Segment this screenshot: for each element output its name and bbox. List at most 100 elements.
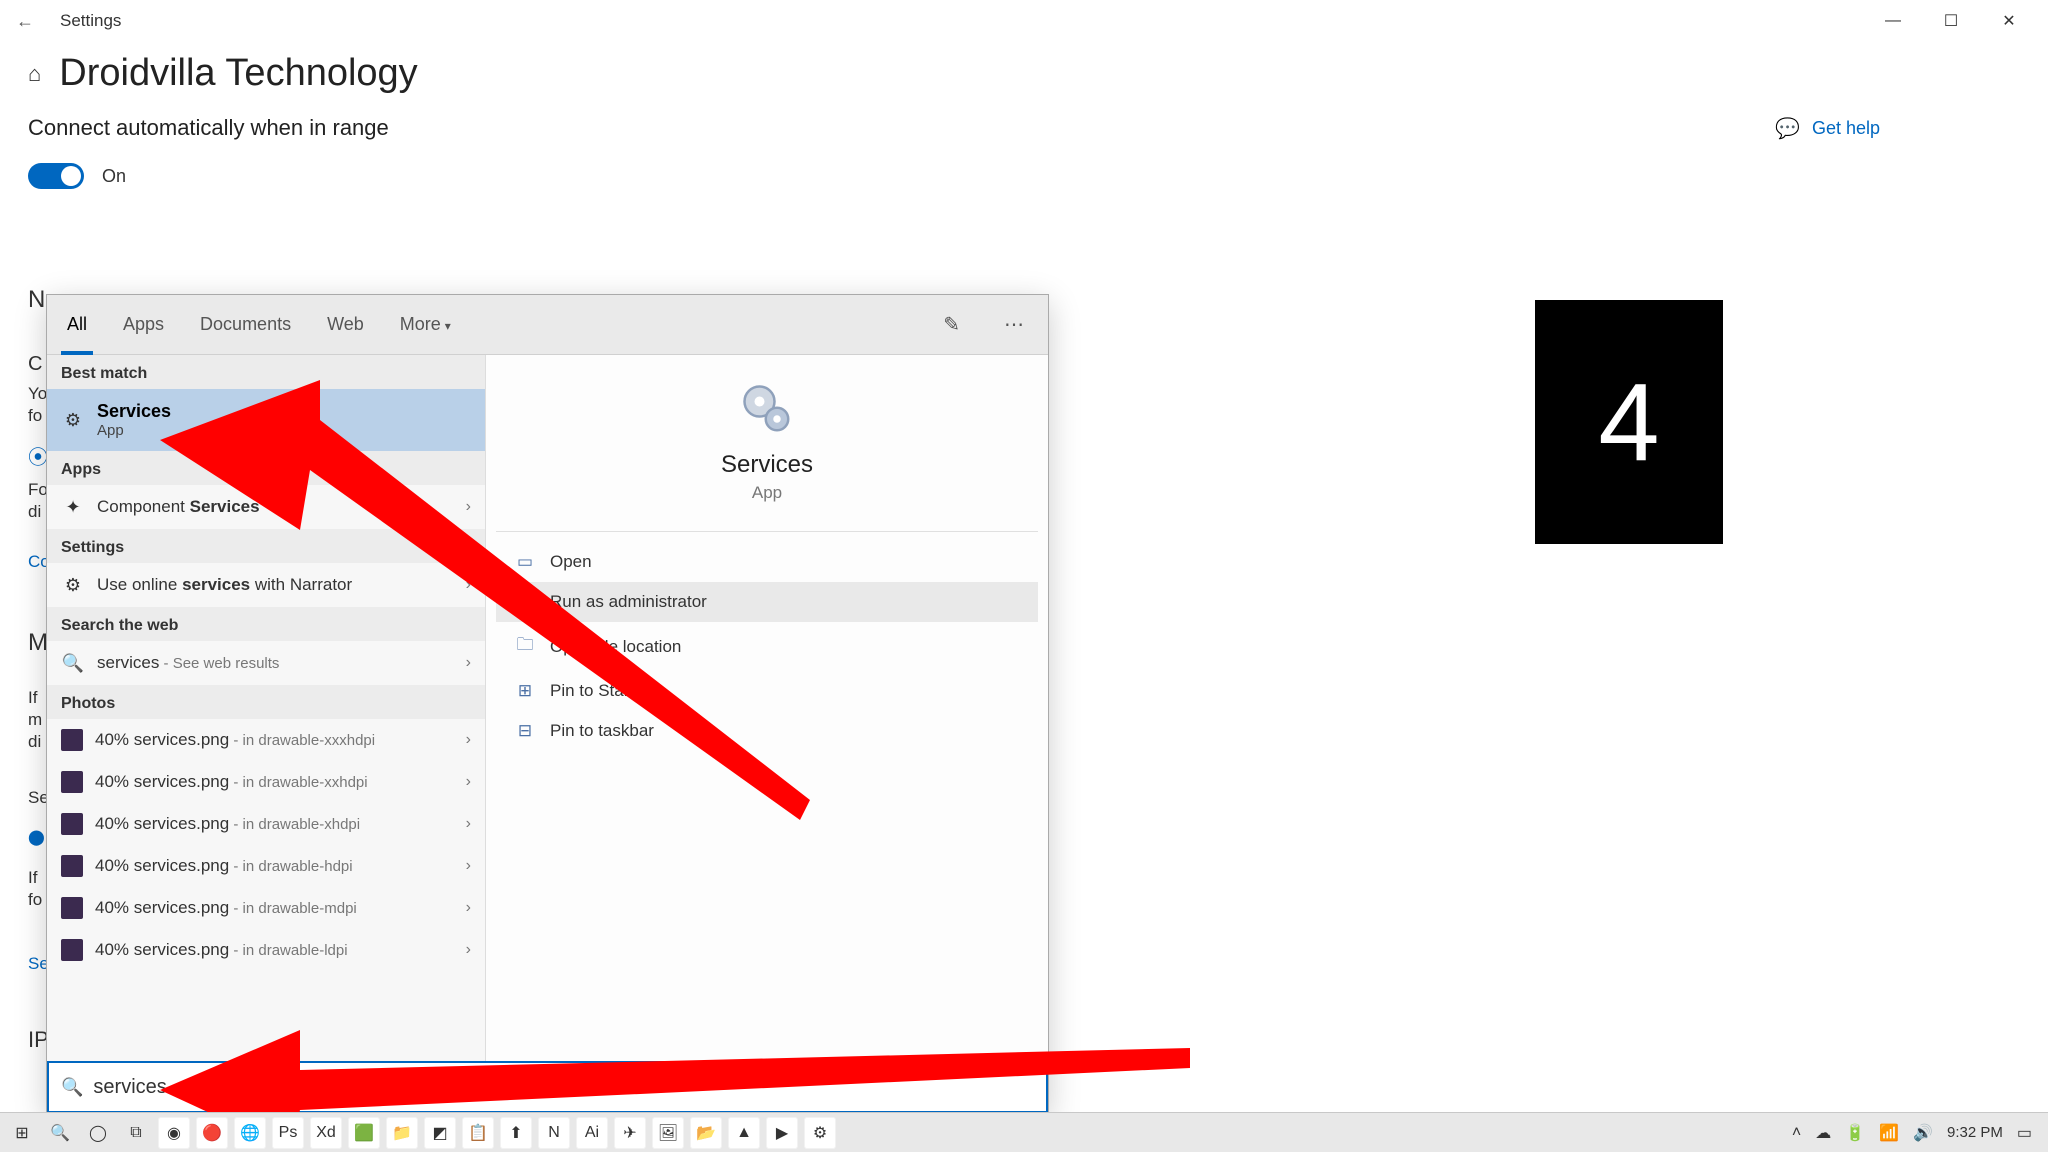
section-apps: Apps (47, 451, 485, 485)
action-run-admin[interactable]: 🛡Run as administrator (496, 582, 1038, 622)
taskbar-app-icon[interactable]: ⬆ (500, 1117, 532, 1149)
result-text: 40% services.png - in drawable-xhdpi (95, 814, 454, 834)
result-narrator-setting[interactable]: ⚙ Use online services with Narrator › (47, 563, 485, 607)
feedback-icon[interactable]: ✎ (933, 312, 970, 337)
tab-apps[interactable]: Apps (117, 296, 170, 353)
taskbar-app-icon[interactable]: ▶ (766, 1117, 798, 1149)
photo-thumb-icon (61, 729, 83, 751)
taskbar-app-icon[interactable]: N (538, 1117, 570, 1149)
back-button[interactable]: ← (10, 11, 40, 32)
result-text: 40% services.png - in drawable-xxhdpi (95, 772, 454, 792)
bg-letter: N (28, 287, 45, 313)
taskbar-app-icon[interactable]: Xd (310, 1117, 342, 1149)
result-text: services - See web results (97, 653, 454, 673)
bg-letter: fo (28, 403, 42, 429)
tray-wifi-icon[interactable]: 📶 (1879, 1123, 1899, 1143)
taskbar-clock[interactable]: 9:32 PM (1947, 1124, 2003, 1141)
chat-icon: 💬 (1775, 116, 1800, 141)
taskbar-app-icon[interactable]: 🔴 (196, 1117, 228, 1149)
taskbar-app-icon[interactable]: ▲ (728, 1117, 760, 1149)
result-text: 40% services.png - in drawable-mdpi (95, 898, 454, 918)
preview-actions: ▭Open 🛡Run as administrator 🗀Open file l… (496, 542, 1038, 751)
taskbar-app-icon[interactable]: 📋 (462, 1117, 494, 1149)
taskbar-app-icon[interactable]: 🌐 (234, 1117, 266, 1149)
chevron-right-icon: › (466, 815, 471, 833)
result-best-services[interactable]: ⚙ Services App (47, 389, 485, 451)
taskbar-app-icon[interactable]: 🟩 (348, 1117, 380, 1149)
tab-web[interactable]: Web (321, 296, 370, 353)
taskbar-search-icon[interactable]: 🔍 (44, 1117, 76, 1149)
search-input[interactable] (93, 1076, 1034, 1099)
bg-letter: di (28, 499, 41, 525)
services-gear-icon (737, 379, 797, 439)
result-component-services[interactable]: ✦ Component Services › (47, 485, 485, 529)
photo-thumb-icon (61, 771, 83, 793)
get-help-link[interactable]: 💬 Get help (1775, 116, 1880, 141)
taskbar-app-icon[interactable]: 📂 (690, 1117, 722, 1149)
search-input-box[interactable]: 🔍 (47, 1061, 1048, 1113)
taskbar-app-icon[interactable]: 🖼 (652, 1117, 684, 1149)
taskbar-app-icon[interactable]: 📁 (386, 1117, 418, 1149)
settings-header: ⌂ Droidvilla Technology (0, 42, 2048, 115)
preview-type: App (496, 483, 1038, 503)
notifications-icon[interactable]: ▭ (2017, 1123, 2032, 1143)
taskbar-app-icon[interactable]: ⚙ (804, 1117, 836, 1149)
taskbar-app-icon[interactable]: ✈ (614, 1117, 646, 1149)
section-search-web: Search the web (47, 607, 485, 641)
taskbar-app-icon[interactable]: ◩ (424, 1117, 456, 1149)
tray-battery-icon[interactable]: 🔋 (1845, 1123, 1865, 1143)
result-text: Use online services with Narrator (97, 575, 454, 595)
window-titlebar: ← Settings — ☐ ✕ (0, 0, 2048, 42)
gear-icon: ⚙ (61, 408, 85, 432)
bg-letter: fo (28, 887, 42, 913)
pin-taskbar-icon: ⊟ (514, 721, 536, 741)
tray-volume-icon[interactable]: 🔊 (1913, 1123, 1933, 1143)
cortana-icon[interactable]: ◯ (82, 1117, 114, 1149)
page-title: Droidvilla Technology (59, 52, 417, 95)
minimize-button[interactable]: — (1864, 0, 1922, 42)
tray-show-hidden-icon[interactable]: ˄ (1792, 1124, 1801, 1142)
toggle-connect-auto[interactable] (28, 163, 84, 189)
preview-name: Services (496, 451, 1038, 479)
bg-letter: M (28, 630, 48, 656)
taskbar-app-icon[interactable]: ◉ (158, 1117, 190, 1149)
tab-all[interactable]: All (61, 296, 93, 353)
result-text: 40% services.png - in drawable-ldpi (95, 940, 454, 960)
tab-documents[interactable]: Documents (194, 296, 297, 353)
more-options-icon[interactable]: ⋯ (994, 312, 1034, 337)
result-title: Services (97, 401, 171, 422)
home-icon[interactable]: ⌂ (28, 61, 41, 87)
result-photo[interactable]: 40% services.png - in drawable-xhdpi › (47, 803, 485, 845)
toggle-state-label: On (102, 166, 126, 187)
result-photo[interactable]: 40% services.png - in drawable-xxxhdpi› (47, 719, 485, 761)
window-title: Settings (60, 11, 121, 31)
chevron-right-icon: › (466, 576, 471, 594)
result-photo[interactable]: 40% services.png - in drawable-hdpi› (47, 845, 485, 887)
close-button[interactable]: ✕ (1980, 0, 2038, 42)
tray-cloud-icon[interactable]: ☁ (1815, 1123, 1831, 1143)
action-open-file-location[interactable]: 🗀Open file location (496, 622, 1038, 671)
photo-thumb-icon (61, 939, 83, 961)
action-pin-start[interactable]: ⊞Pin to Start (496, 671, 1038, 711)
action-open[interactable]: ▭Open (496, 542, 1038, 582)
result-photo[interactable]: 40% services.png - in drawable-xxhdpi› (47, 761, 485, 803)
result-photo[interactable]: 40% services.png - in drawable-ldpi› (47, 929, 485, 971)
search-icon: 🔍 (61, 1077, 83, 1098)
start-button[interactable]: ⊞ (6, 1117, 38, 1149)
taskbar-app-icon[interactable]: Ai (576, 1117, 608, 1149)
result-text: 40% services.png - in drawable-xxxhdpi (95, 730, 454, 750)
taskview-icon[interactable]: ⧉ (120, 1117, 152, 1149)
system-tray: ˄ ☁ 🔋 📶 🔊 9:32 PM ▭ (1792, 1123, 2042, 1143)
taskbar: ⊞ 🔍 ◯ ⧉ ◉🔴🌐PsXd🟩📁◩📋⬆NAi✈🖼📂▲▶⚙ ˄ ☁ 🔋 📶 🔊 … (0, 1112, 2048, 1152)
taskbar-app-icon[interactable]: Ps (272, 1117, 304, 1149)
result-web-search[interactable]: 🔍 services - See web results › (47, 641, 485, 685)
maximize-button[interactable]: ☐ (1922, 0, 1980, 42)
search-preview-pane: Services App ▭Open 🛡Run as administrator… (485, 355, 1048, 1061)
chevron-right-icon: › (466, 857, 471, 875)
tab-more[interactable]: More▾ (394, 296, 457, 353)
bg-radio-icon: ⬤ (28, 825, 45, 851)
open-icon: ▭ (514, 552, 536, 572)
result-photo[interactable]: 40% services.png - in drawable-mdpi› (47, 887, 485, 929)
action-pin-taskbar[interactable]: ⊟Pin to taskbar (496, 711, 1038, 751)
chevron-down-icon: ▾ (445, 319, 451, 333)
